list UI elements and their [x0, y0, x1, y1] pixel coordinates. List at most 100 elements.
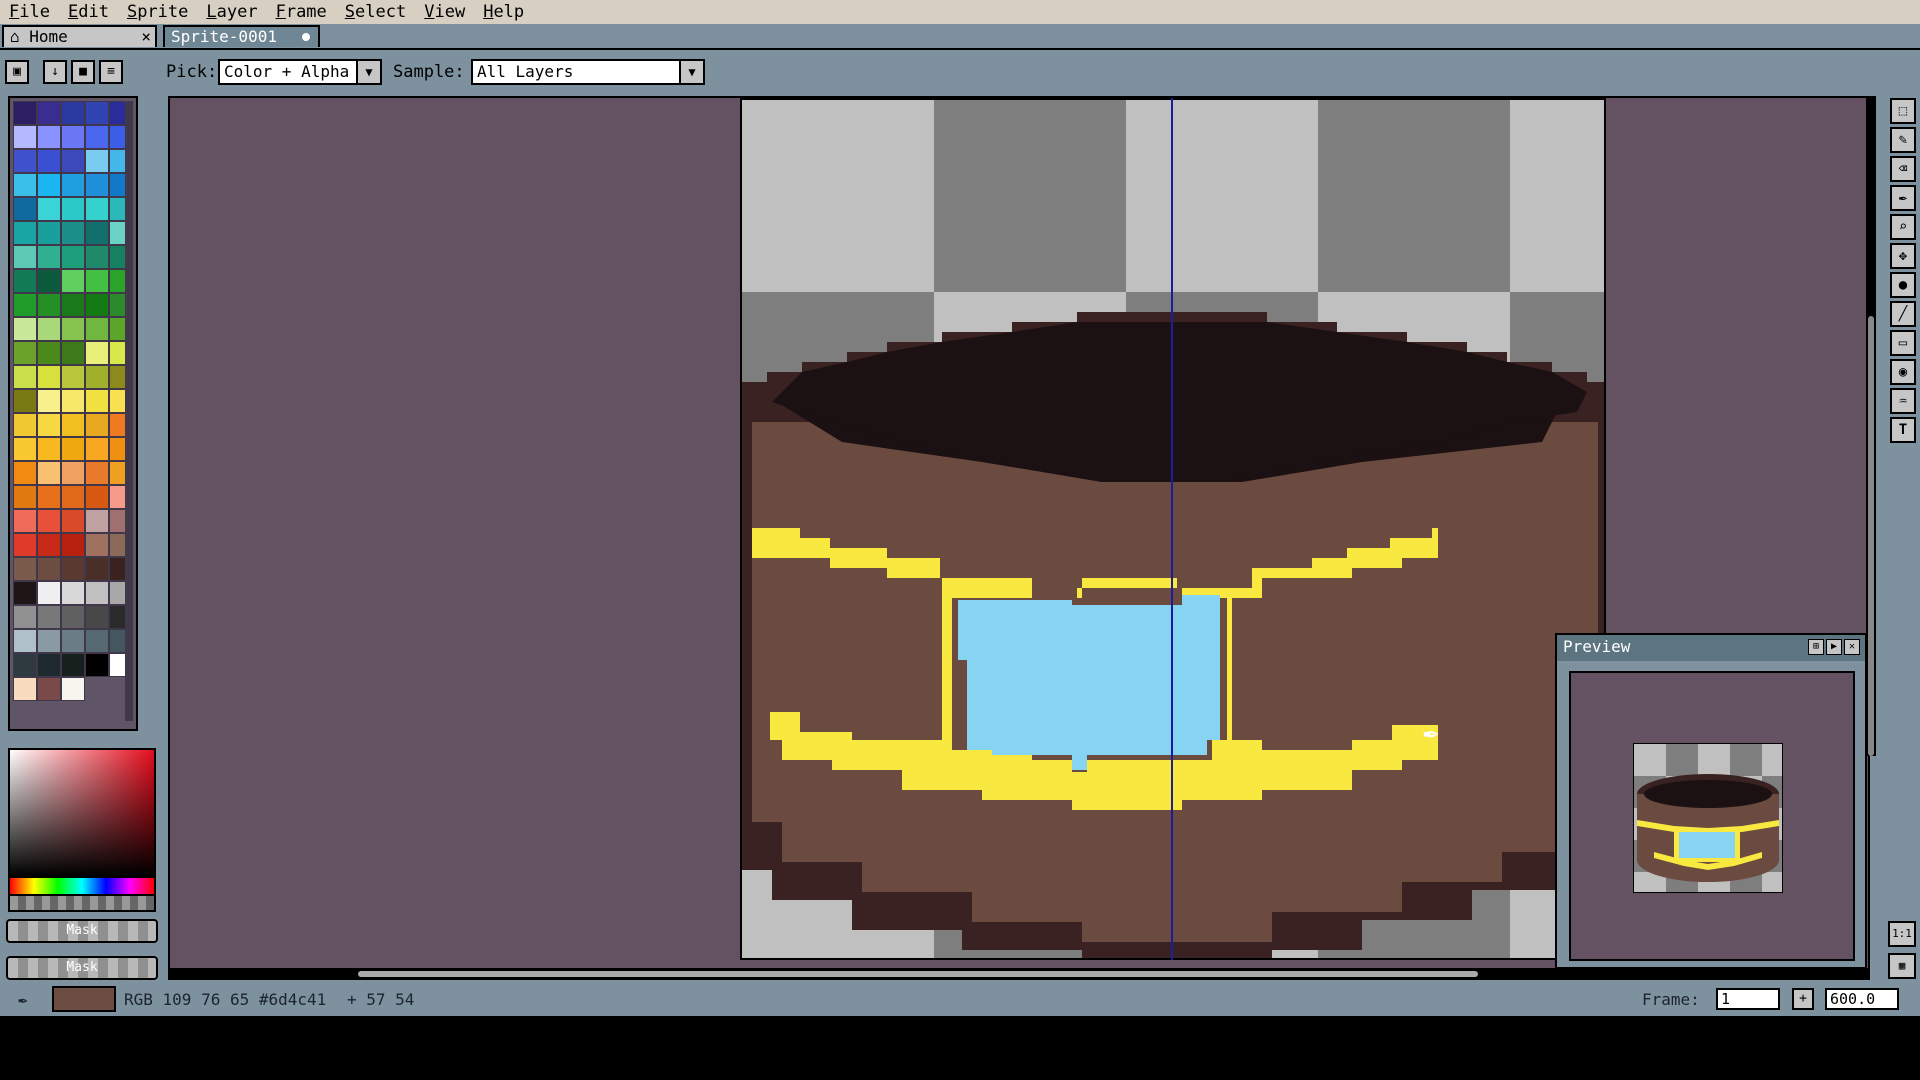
palette-swatch[interactable] — [85, 269, 109, 293]
center-icon[interactable]: ⊞ — [1808, 639, 1824, 655]
palette-swatch[interactable] — [37, 173, 61, 197]
palette-swatch[interactable] — [37, 413, 61, 437]
palette-swatch[interactable] — [61, 293, 85, 317]
add-frame-button[interactable]: + — [1792, 988, 1814, 1010]
palette-swatch[interactable] — [85, 293, 109, 317]
palette-swatch[interactable] — [13, 485, 37, 509]
vertical-guide[interactable] — [1171, 98, 1173, 960]
palette-swatch[interactable] — [61, 149, 85, 173]
marquee-tool-button[interactable]: ⬚ — [1890, 98, 1916, 124]
palette-swatch[interactable] — [37, 101, 61, 125]
options-button[interactable]: ≡ — [99, 60, 123, 84]
palette-swatch[interactable] — [85, 317, 109, 341]
palette-swatch[interactable] — [61, 437, 85, 461]
palette-swatch[interactable] — [85, 557, 109, 581]
palette-swatch[interactable] — [13, 245, 37, 269]
palette-swatch[interactable] — [13, 581, 37, 605]
palette-swatch[interactable] — [13, 125, 37, 149]
palette-swatch[interactable] — [61, 173, 85, 197]
lock-button[interactable]: ▣ — [5, 60, 29, 84]
palette-swatch[interactable] — [85, 365, 109, 389]
palette-swatch[interactable] — [85, 149, 109, 173]
palette-swatch[interactable] — [37, 197, 61, 221]
close-icon[interactable]: ✕ — [1844, 639, 1860, 655]
zoom-tool-button[interactable]: ⌕ — [1890, 214, 1916, 240]
palette-swatch[interactable] — [13, 677, 37, 701]
zoom-input[interactable]: 600.0 — [1825, 988, 1899, 1010]
palette-swatch[interactable] — [13, 221, 37, 245]
palette-swatch[interactable] — [13, 365, 37, 389]
palette-swatch[interactable] — [37, 125, 61, 149]
palette-swatch[interactable] — [61, 341, 85, 365]
palette-swatch[interactable] — [85, 581, 109, 605]
palette-swatch[interactable] — [61, 557, 85, 581]
palette-swatch[interactable] — [85, 461, 109, 485]
mask-button-2[interactable]: Mask — [6, 956, 158, 980]
palette-swatch[interactable] — [13, 341, 37, 365]
blur-tool-button[interactable]: ♒ — [1890, 388, 1916, 414]
palette-swatch[interactable] — [85, 125, 109, 149]
palette-swatch[interactable] — [61, 677, 85, 701]
preview-titlebar[interactable]: Preview ⊞ ▶ ✕ — [1557, 635, 1865, 661]
foreground-color-swatch[interactable] — [52, 986, 116, 1012]
menu-edit[interactable]: Edit — [59, 1, 118, 23]
palette-swatch[interactable] — [85, 605, 109, 629]
palette-swatch[interactable] — [61, 509, 85, 533]
palette-swatch[interactable] — [13, 101, 37, 125]
chevron-down-icon[interactable]: ▼ — [356, 59, 382, 85]
palette-swatch[interactable] — [85, 437, 109, 461]
palette-swatch[interactable] — [37, 341, 61, 365]
palette-swatch[interactable] — [85, 653, 109, 677]
palette-swatch[interactable] — [13, 461, 37, 485]
menu-sprite[interactable]: Sprite — [118, 1, 197, 23]
eraser-tool-button[interactable]: ⌫ — [1890, 156, 1916, 182]
palette-swatch[interactable] — [37, 437, 61, 461]
tab-home[interactable]: ⌂ Home × — [2, 25, 157, 47]
palette-swatch[interactable] — [13, 653, 37, 677]
rectangle-tool-button[interactable]: ▭ — [1890, 330, 1916, 356]
palette-swatch[interactable] — [13, 509, 37, 533]
line-tool-button[interactable]: ╱ — [1890, 301, 1916, 327]
palette-swatch[interactable] — [61, 389, 85, 413]
modified-dot-icon[interactable] — [302, 33, 310, 41]
palette-swatch[interactable] — [85, 629, 109, 653]
palette-swatch[interactable] — [37, 317, 61, 341]
sprite-canvas[interactable] — [740, 98, 1606, 960]
stop-button[interactable]: ■ — [71, 60, 95, 84]
palette-swatch[interactable] — [85, 173, 109, 197]
palette-swatch[interactable] — [13, 533, 37, 557]
palette-swatch[interactable] — [37, 149, 61, 173]
palette-swatch[interactable] — [37, 389, 61, 413]
palette-swatch[interactable] — [37, 221, 61, 245]
palette-swatch[interactable] — [61, 629, 85, 653]
text-tool-button[interactable]: T — [1890, 417, 1916, 443]
hue-slider[interactable] — [10, 878, 154, 894]
palette-swatch[interactable] — [61, 317, 85, 341]
palette-swatch[interactable] — [13, 557, 37, 581]
palette-swatch[interactable] — [61, 125, 85, 149]
frame-input[interactable]: 1 — [1716, 988, 1780, 1010]
palette-swatch[interactable] — [13, 317, 37, 341]
palette-swatch[interactable] — [13, 413, 37, 437]
mask-button-1[interactable]: Mask — [6, 919, 158, 943]
palette-swatch[interactable] — [61, 221, 85, 245]
pencil-tool-button[interactable]: ✎ — [1890, 127, 1916, 153]
palette-swatch[interactable] — [37, 677, 61, 701]
menu-select[interactable]: Select — [336, 1, 415, 23]
palette-swatch[interactable] — [85, 197, 109, 221]
tab-sprite[interactable]: Sprite-0001 — [163, 25, 320, 47]
palette-swatch[interactable] — [13, 197, 37, 221]
palette-swatch[interactable] — [37, 293, 61, 317]
menu-file[interactable]: File — [0, 1, 59, 23]
palette-swatch[interactable] — [85, 245, 109, 269]
horizontal-scrollbar[interactable] — [168, 968, 1870, 980]
palette-swatch[interactable] — [13, 293, 37, 317]
palette-swatch[interactable] — [37, 365, 61, 389]
palette-scrollbar[interactable] — [125, 101, 133, 721]
palette-swatch[interactable] — [13, 173, 37, 197]
palette-swatch[interactable] — [61, 485, 85, 509]
palette-swatch[interactable] — [37, 269, 61, 293]
palette-swatch[interactable] — [61, 197, 85, 221]
palette-swatch[interactable] — [37, 557, 61, 581]
palette-swatch[interactable] — [61, 605, 85, 629]
